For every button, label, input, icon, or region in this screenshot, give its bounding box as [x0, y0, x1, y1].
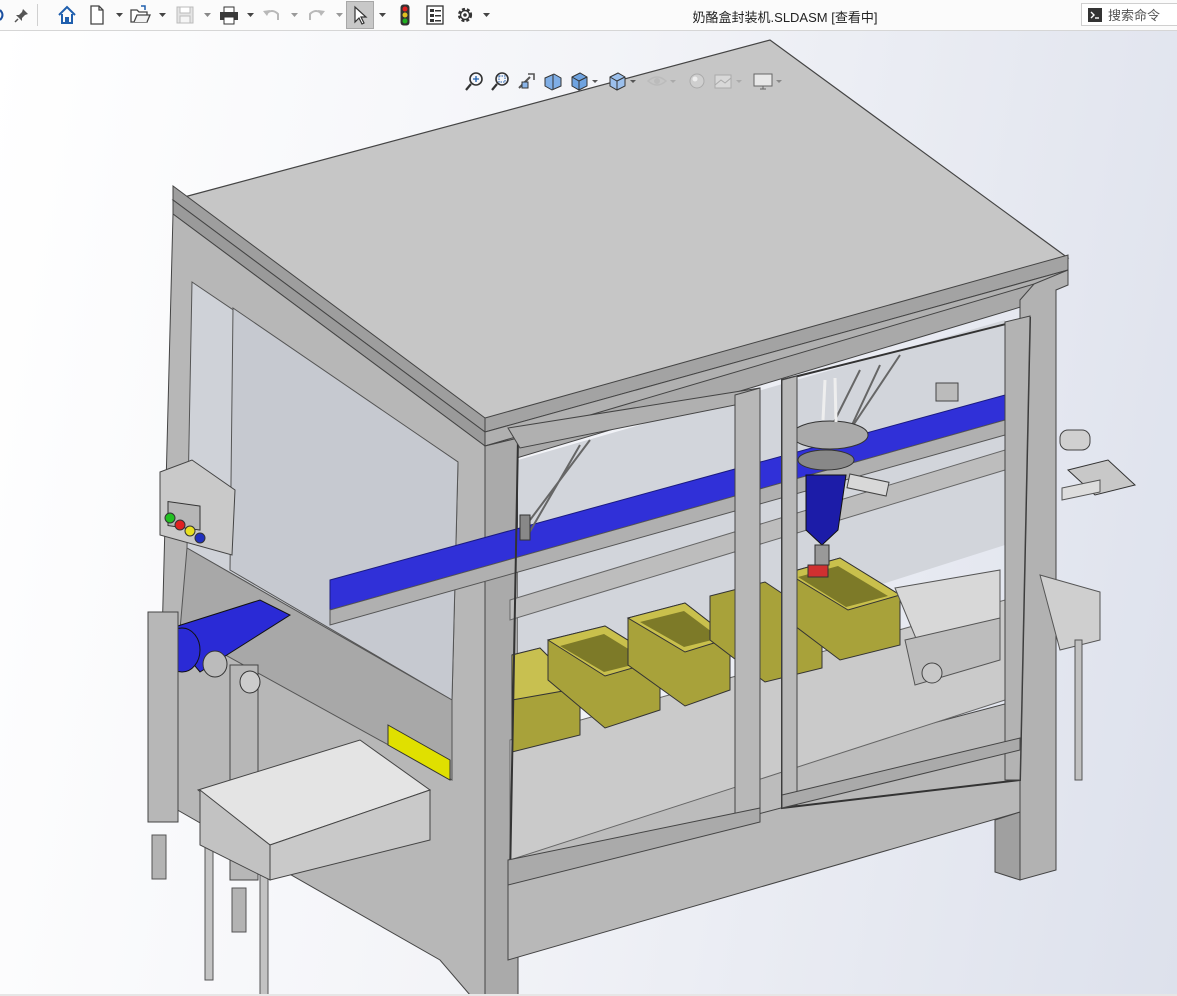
save-dropdown-icon[interactable]: [203, 8, 211, 22]
view-settings-dropdown-icon[interactable]: [774, 70, 784, 92]
previous-view-icon[interactable]: [516, 70, 538, 92]
zoom-to-area-icon[interactable]: [490, 70, 512, 92]
new-document-icon[interactable]: [86, 3, 108, 27]
search-commands-box[interactable]: 搜索命令: [1081, 3, 1177, 26]
view-orientation-icon[interactable]: [568, 70, 590, 92]
print-dropdown-icon[interactable]: [246, 8, 254, 22]
view-settings-icon[interactable]: [752, 70, 774, 92]
display-style-dropdown-icon[interactable]: [628, 70, 638, 92]
section-view-icon[interactable]: [542, 70, 564, 92]
print-icon[interactable]: [216, 3, 242, 27]
options-dropdown-icon[interactable]: [482, 8, 490, 22]
select-pointer-icon[interactable]: [346, 1, 374, 29]
search-input[interactable]: 搜索命令: [1108, 5, 1160, 24]
open-dropdown-icon[interactable]: [158, 8, 166, 22]
apply-scene-dropdown-icon[interactable]: [734, 70, 744, 92]
right-mount-bracket: [1059, 429, 1137, 501]
apply-scene-icon[interactable]: [712, 70, 734, 92]
view-orientation-dropdown-icon[interactable]: [590, 70, 600, 92]
select-dropdown-icon[interactable]: [378, 8, 386, 22]
edit-appearance-icon[interactable]: [686, 70, 708, 92]
document-title: 奶酪盒封装机.SLDASM [查看中]: [692, 10, 878, 25]
title-bar: 奶酪盒封装机.SLDASM [查看中] 搜索命令: [0, 0, 1177, 31]
redo-dropdown-icon[interactable]: [335, 8, 343, 22]
open-icon[interactable]: [128, 3, 152, 27]
zoom-to-fit-icon[interactable]: [464, 70, 486, 92]
command-prompt-icon: [1088, 7, 1102, 22]
toolbar-separator: [37, 4, 38, 26]
hide-show-dropdown-icon[interactable]: [668, 70, 678, 92]
redo-icon[interactable]: [304, 3, 328, 27]
hide-show-items-icon[interactable]: [646, 70, 668, 92]
new-dropdown-icon[interactable]: [115, 8, 123, 22]
home-icon[interactable]: [55, 3, 79, 27]
rebuild-traffic-light-icon[interactable]: [395, 3, 415, 27]
file-properties-icon[interactable]: [423, 3, 447, 27]
pin-icon[interactable]: [12, 3, 32, 27]
display-style-icon[interactable]: [606, 70, 628, 92]
options-gear-icon[interactable]: [453, 3, 477, 27]
undo-dropdown-icon[interactable]: [290, 8, 298, 22]
menu-expand-icon[interactable]: [0, 3, 6, 27]
graphics-viewport[interactable]: [0, 31, 1177, 996]
undo-icon[interactable]: [260, 3, 284, 27]
heads-up-view-toolbar: [462, 68, 792, 94]
save-icon[interactable]: [173, 3, 197, 27]
assembly-model: [147, 39, 1137, 996]
